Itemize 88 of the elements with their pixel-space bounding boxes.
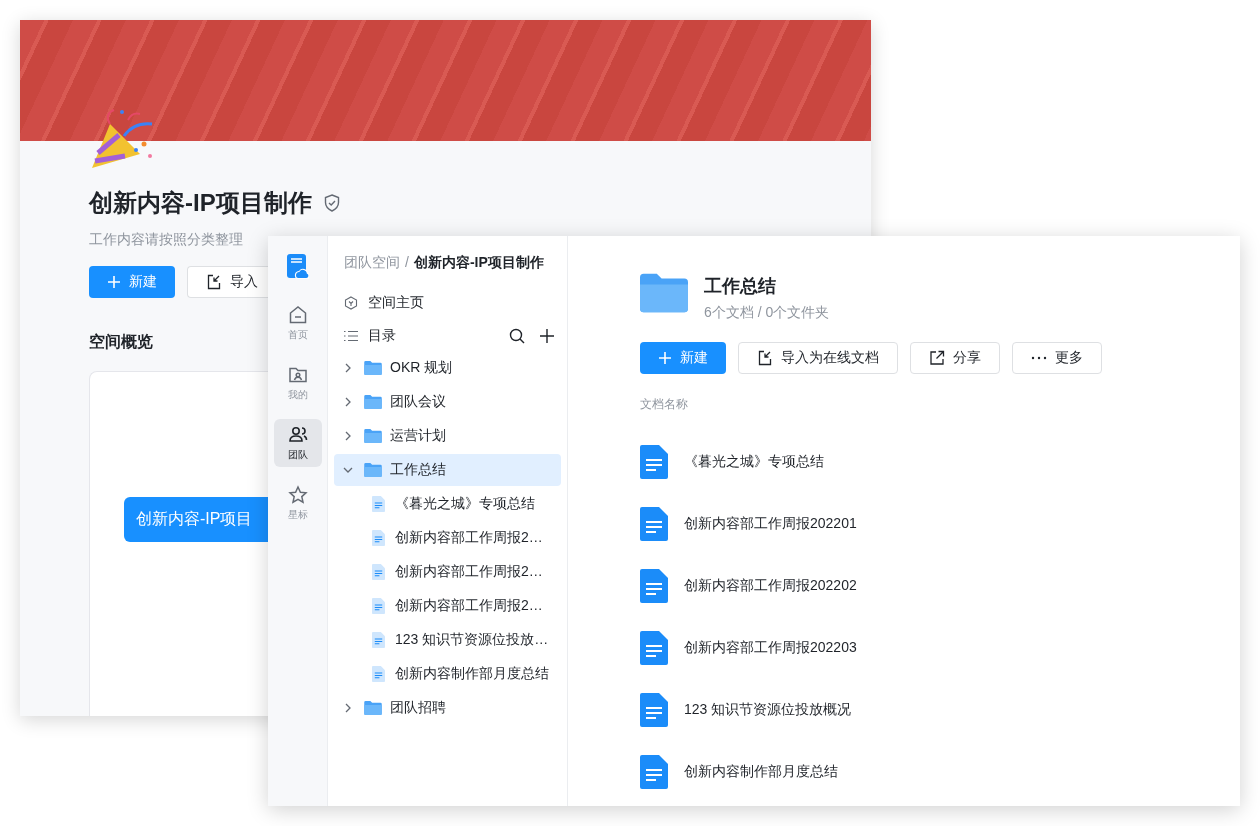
folder-title: 工作总结 xyxy=(704,275,777,298)
folder-name: 工作总结 xyxy=(390,461,446,479)
import-button[interactable]: 导入为在线文档 xyxy=(738,342,898,374)
document-tree-item[interactable]: 创新内容部工作周报2… xyxy=(334,522,561,554)
space-description: 工作内容请按照分类整理 xyxy=(89,231,243,249)
document-icon xyxy=(372,598,385,614)
document-row[interactable]: 123 知识节资源位投放概况 xyxy=(640,679,1240,741)
document-icon xyxy=(640,755,668,789)
nav-label: 首页 xyxy=(287,327,308,342)
document-icon xyxy=(372,632,385,648)
nav-label: 星标 xyxy=(287,507,308,522)
more-icon xyxy=(1031,356,1047,360)
folder-name: 团队会议 xyxy=(390,393,446,411)
document-row[interactable]: 创新内容部工作周报202202 xyxy=(640,555,1240,617)
star-icon xyxy=(287,484,308,505)
import-button[interactable]: 导入 xyxy=(187,266,268,298)
folder-icon xyxy=(364,463,382,477)
document-tree-item[interactable]: 创新内容部工作周报2… xyxy=(334,556,561,588)
document-icon xyxy=(372,530,385,546)
folder-icon xyxy=(364,701,382,715)
share-icon xyxy=(929,350,945,366)
shield-check-icon xyxy=(323,194,340,212)
plus-icon xyxy=(658,351,672,365)
space-name-pill: 创新内容-IP项目 xyxy=(124,497,268,542)
document-icon xyxy=(372,666,385,682)
document-name: 创新内容部工作周报2… xyxy=(395,563,543,581)
nav-item[interactable]: 团队 xyxy=(273,419,322,467)
document-icon xyxy=(372,564,385,580)
document-name: 123 知识节资源位投放概况 xyxy=(684,701,852,719)
folder-name: 团队招聘 xyxy=(390,699,446,717)
document-name: 创新内容制作部月度总结 xyxy=(684,763,838,781)
breadcrumb-separator: / xyxy=(405,254,409,272)
document-icon xyxy=(640,445,668,479)
folder-icon xyxy=(640,272,688,314)
hexagon-icon xyxy=(344,295,358,310)
column-header: 文档名称 xyxy=(640,396,689,413)
folder-stats: 6个文档 / 0个文件夹 xyxy=(704,304,830,322)
document-name: 123 知识节资源位投放… xyxy=(395,631,549,649)
nav-label: 我的 xyxy=(287,387,308,402)
document-name: 《暮光之城》专项总结 xyxy=(684,453,824,471)
document-icon xyxy=(640,507,668,541)
import-icon xyxy=(757,350,773,366)
folder-name: 运营计划 xyxy=(390,427,446,445)
document-name: 创新内容制作部月度总结 xyxy=(395,665,549,683)
document-name: 创新内容部工作周报202201 xyxy=(684,515,857,533)
document-icon xyxy=(640,693,668,727)
folder-tree-item[interactable]: OKR 规划 xyxy=(334,352,561,384)
folder-name: OKR 规划 xyxy=(390,359,453,377)
folder-tree-item[interactable]: 团队招聘 xyxy=(334,692,561,724)
document-tree-item[interactable]: 创新内容部工作周报2… xyxy=(334,590,561,622)
document-icon xyxy=(640,569,668,603)
document-row[interactable]: 创新内容制作部月度总结 xyxy=(640,741,1240,803)
folder-icon xyxy=(364,361,382,375)
document-row[interactable]: 创新内容部工作周报202203 xyxy=(640,617,1240,679)
document-name: 创新内容部工作周报2… xyxy=(395,597,543,615)
section-title: 空间概览 xyxy=(89,332,153,352)
document-row[interactable]: 《暮光之城》专项总结 xyxy=(640,431,1240,493)
document-row[interactable]: 创新内容部工作周报202201 xyxy=(640,493,1240,555)
space-title: 创新内容-IP项目制作 xyxy=(89,188,312,218)
document-name: 创新内容部工作周报2… xyxy=(395,529,543,547)
share-button[interactable]: 分享 xyxy=(910,342,1000,374)
document-name: 创新内容部工作周报202202 xyxy=(684,577,857,595)
document-icon xyxy=(372,496,385,512)
folder-icon xyxy=(364,395,382,409)
list-icon xyxy=(344,329,358,342)
folder-tree-item[interactable]: 团队会议 xyxy=(334,386,561,418)
more-button[interactable]: 更多 xyxy=(1012,342,1102,374)
catalog-label: 目录 xyxy=(368,326,396,345)
search-icon[interactable] xyxy=(509,327,525,344)
document-tree-item[interactable]: 123 知识节资源位投放… xyxy=(334,624,561,656)
folder-icon xyxy=(364,429,382,443)
add-icon[interactable] xyxy=(539,327,555,344)
space-home-label: 空间主页 xyxy=(368,293,424,312)
nav-label: 团队 xyxy=(287,447,308,462)
app-logo-icon xyxy=(286,254,309,279)
document-name: 《暮光之城》专项总结 xyxy=(395,495,535,513)
breadcrumb-current: 创新内容-IP项目制作 xyxy=(413,254,544,272)
document-tree-item[interactable]: 创新内容制作部月度总结 xyxy=(334,658,561,690)
home-icon xyxy=(287,304,308,325)
people-icon xyxy=(287,424,308,445)
folder-tree-item[interactable]: 运营计划 xyxy=(334,420,561,452)
plus-icon xyxy=(107,275,121,289)
folder-tree-item[interactable]: 工作总结 xyxy=(334,454,561,486)
document-tree-item[interactable]: 《暮光之城》专项总结 xyxy=(334,488,561,520)
import-icon xyxy=(206,274,222,290)
document-name: 创新内容部工作周报202203 xyxy=(684,639,857,657)
space-home-item[interactable]: 空间主页 xyxy=(334,286,561,319)
document-icon xyxy=(640,631,668,665)
